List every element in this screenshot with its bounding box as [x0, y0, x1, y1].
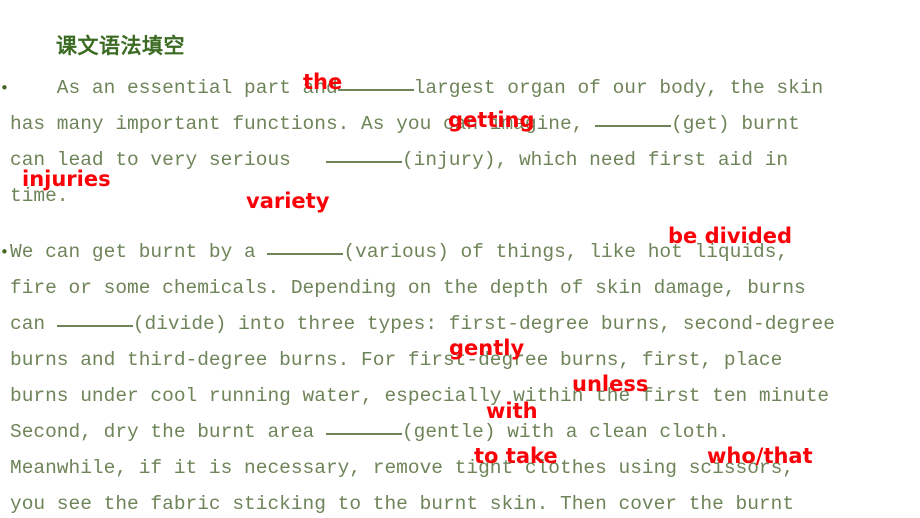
answer-annotation: to take — [474, 444, 558, 468]
fill-in-blank[interactable] — [595, 108, 672, 127]
answer-annotation: who/that — [707, 444, 813, 468]
text-line: you see the fabric sticking to the burnt… — [0, 486, 920, 518]
answer-annotation: gently — [449, 336, 525, 360]
fill-in-blank[interactable] — [56, 308, 133, 327]
text-line: burns under cool running water, especial… — [0, 378, 920, 414]
answer-annotation: unless — [572, 372, 649, 396]
text-run: (gentle) with a clean cloth. — [401, 420, 730, 443]
text-line: can lead to very serious (injury), which… — [0, 142, 920, 178]
page-title: 课文语法填空 — [56, 34, 185, 58]
answer-annotation: getting — [448, 108, 535, 132]
text-run: can — [10, 312, 57, 335]
text-line: time. — [0, 178, 920, 214]
text-run: Second, dry the burnt area — [10, 420, 326, 443]
text-run: fire or some chemicals. Depending on the… — [10, 276, 806, 299]
text-run: largest organ of our body, the skin — [413, 77, 824, 99]
text-run: (injury), which need first aid in — [401, 149, 789, 171]
text-run: you see the fabric sticking to the burnt… — [10, 492, 795, 515]
text-run: (get) burnt — [671, 113, 800, 135]
answer-annotation: variety — [246, 189, 330, 213]
fill-in-blank[interactable] — [337, 72, 414, 91]
text-run: Meanwhile, if it is necessary, remove ti… — [10, 456, 795, 479]
text-line: fire or some chemicals. Depending on the… — [0, 270, 920, 306]
text-run: We can get burnt by a — [10, 240, 268, 263]
text-run: As an essential part and — [10, 77, 338, 99]
fill-in-blank[interactable] — [325, 416, 402, 435]
answer-annotation: injuries — [22, 167, 111, 191]
answer-annotation: with — [486, 399, 538, 423]
slide-canvas: 课文语法填空 • As an essential part and largest… — [0, 0, 920, 518]
answer-annotation: the — [303, 70, 343, 94]
answer-annotation: be divided — [668, 224, 793, 248]
text-run: burns and third-degree burns. For first-… — [10, 348, 783, 371]
text-run: burns under cool running water, especial… — [10, 384, 830, 407]
text-line: As an essential part and largest organ of… — [0, 70, 920, 106]
fill-in-blank[interactable] — [325, 144, 402, 163]
fill-in-blank[interactable] — [267, 236, 344, 255]
